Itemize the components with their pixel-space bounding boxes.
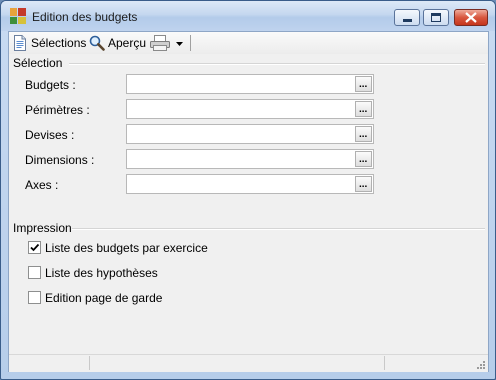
toolbar: Sélections Aperçu [9,32,488,54]
apercu-button[interactable]: Aperçu [89,35,147,51]
status-pane-2 [90,356,385,370]
status-pane-3 [385,356,467,370]
axes-input[interactable] [128,176,356,192]
axes-label: Axes : [25,178,59,192]
impression-group-divider [72,228,485,230]
selections-label: Sélections [31,36,87,50]
ellipsis-icon: ... [359,154,368,165]
perimetres-field: ... [126,99,374,119]
perimetres-input[interactable] [128,101,356,117]
print-button[interactable] [150,35,186,51]
liste-budgets-label: Liste des budgets par exercice [45,241,208,255]
ellipsis-icon: ... [359,104,368,115]
checkmark-icon [30,243,40,252]
budgets-field: ... [126,74,374,94]
perimetres-browse-button[interactable]: ... [355,101,372,117]
liste-hypotheses-checkbox[interactable] [28,266,41,279]
devises-input[interactable] [128,126,356,142]
axes-field: ... [126,174,374,194]
devises-label: Devises : [25,128,75,142]
perimetres-label: Périmètres : [25,103,90,117]
selection-group-divider [69,63,485,65]
edition-page-garde-label: Edition page de garde [45,291,163,305]
magnifier-icon [89,35,105,51]
minimize-icon [403,19,412,22]
window: Edition des budgets Sélections Aperçu Sé… [0,0,496,380]
ellipsis-icon: ... [359,129,368,140]
apercu-label: Aperçu [108,36,147,50]
app-icon [10,8,26,24]
dimensions-label: Dimensions : [25,153,95,167]
budgets-label: Budgets : [25,78,76,92]
liste-hypotheses-label: Liste des hypothèses [45,266,158,280]
client-area: Sélections Aperçu Sélection Budgets: ..… [8,31,489,372]
edition-page-garde-checkbox[interactable] [28,291,41,304]
liste-budgets-checkbox[interactable] [28,241,41,254]
ellipsis-icon: ... [359,179,368,190]
axes-browse-button[interactable]: ... [355,176,372,192]
document-icon [14,35,26,51]
minimize-button[interactable] [394,9,420,26]
dimensions-input[interactable] [128,151,356,167]
dimensions-field: ... [126,149,374,169]
dimensions-browse-button[interactable]: ... [355,151,372,167]
title-bar[interactable]: Edition des budgets [1,1,495,31]
impression-group-label: Impression [13,221,72,235]
status-pane-1 [9,356,90,370]
maximize-icon [431,13,441,22]
resize-grip-icon[interactable] [476,360,486,370]
chevron-down-icon[interactable] [175,39,185,49]
toolbar-separator [190,35,191,51]
devises-field: ... [126,124,374,144]
close-icon [465,12,477,23]
budgets-input[interactable] [128,76,356,92]
close-button[interactable] [454,9,488,26]
devises-browse-button[interactable]: ... [355,126,372,142]
printer-icon [150,35,170,51]
selection-group-label: Sélection [13,56,63,70]
selections-button[interactable]: Sélections [12,35,86,51]
window-title: Edition des budgets [32,10,138,24]
status-bar [9,354,488,372]
maximize-button[interactable] [423,9,449,26]
ellipsis-icon: ... [359,79,368,90]
budgets-browse-button[interactable]: ... [355,76,372,92]
